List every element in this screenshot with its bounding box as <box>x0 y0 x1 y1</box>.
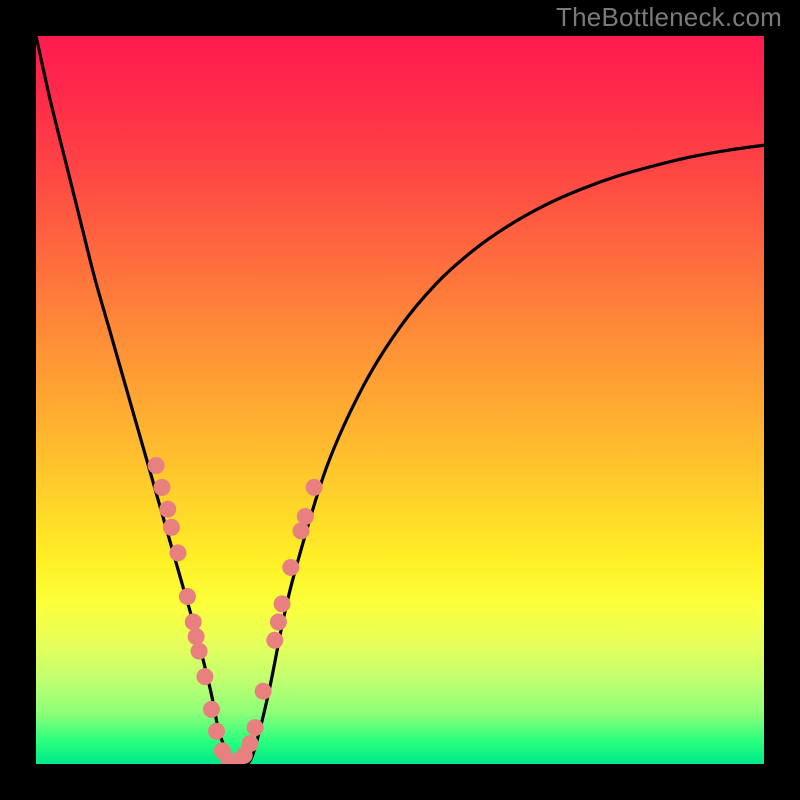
chart-frame: TheBottleneck.com <box>0 0 800 800</box>
curve-svg <box>36 36 764 764</box>
data-point <box>153 479 170 496</box>
data-point <box>297 508 314 525</box>
data-point <box>148 457 165 474</box>
data-point <box>203 701 220 718</box>
watermark-text: TheBottleneck.com <box>556 2 782 33</box>
data-point <box>247 719 264 736</box>
data-point <box>185 614 202 631</box>
data-point <box>266 632 283 649</box>
data-point <box>179 588 196 605</box>
data-point <box>208 723 225 740</box>
data-point <box>191 643 208 660</box>
scatter-points <box>148 457 323 764</box>
data-point <box>196 668 213 685</box>
data-point <box>306 479 323 496</box>
data-point <box>242 735 259 752</box>
plot-area <box>36 36 764 764</box>
data-point <box>270 614 287 631</box>
bottleneck-curve <box>36 36 764 764</box>
data-point <box>255 683 272 700</box>
data-point <box>282 559 299 576</box>
data-point <box>274 595 291 612</box>
data-point <box>169 544 186 561</box>
data-point <box>292 523 309 540</box>
data-point <box>163 519 180 536</box>
data-point <box>188 628 205 645</box>
data-point <box>159 501 176 518</box>
